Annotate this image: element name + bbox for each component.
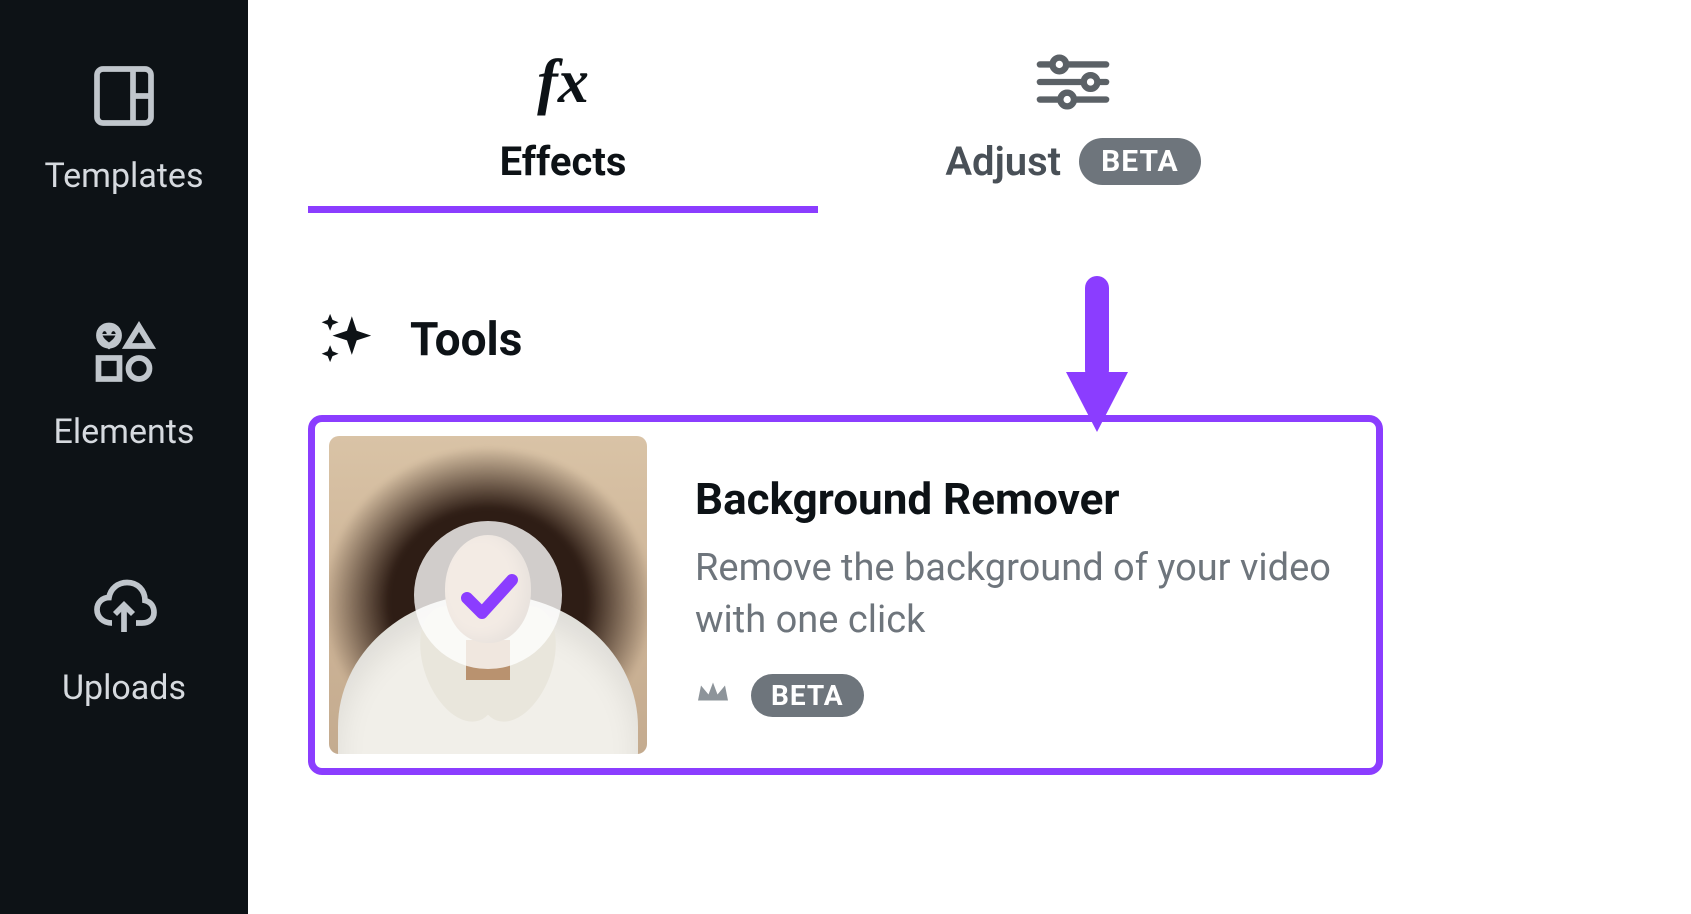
sidebar-item-elements[interactable]: Elements <box>54 316 195 452</box>
tools-section-header: Tools <box>318 309 1651 371</box>
templates-icon <box>88 60 160 136</box>
tool-card-meta: BETA <box>695 674 1350 717</box>
sidebar-item-label: Elements <box>54 412 195 452</box>
sidebar-item-templates[interactable]: Templates <box>44 60 203 196</box>
tab-label: Adjust <box>945 138 1061 185</box>
app-root: Templates Elements <box>0 0 1691 914</box>
tools-heading: Tools <box>410 313 522 367</box>
tab-adjust[interactable]: Adjust BETA <box>818 50 1328 213</box>
effects-panel: fx Effects Adjust BETA <box>248 0 1691 914</box>
tab-label: Effects <box>500 138 627 185</box>
panel-tabs: fx Effects Adjust BETA <box>308 50 1651 213</box>
elements-icon <box>88 316 160 392</box>
adjust-sliders-icon <box>1034 50 1112 114</box>
fx-icon: fx <box>537 50 589 114</box>
beta-badge: BETA <box>751 674 864 717</box>
tab-effects[interactable]: fx Effects <box>308 50 818 213</box>
sidebar: Templates Elements <box>0 0 248 914</box>
beta-badge: BETA <box>1079 138 1201 185</box>
selected-check-icon <box>414 521 562 669</box>
tool-card-background-remover[interactable]: Background Remover Remove the background… <box>308 415 1383 775</box>
tab-label-wrap: Adjust BETA <box>945 138 1200 185</box>
sidebar-item-label: Templates <box>44 156 203 196</box>
tool-card-description: Remove the background of your video with… <box>695 543 1350 646</box>
sidebar-item-label: Uploads <box>62 668 186 708</box>
tool-card-text: Background Remover Remove the background… <box>695 436 1350 754</box>
sparkle-icon <box>318 309 376 371</box>
tool-thumbnail <box>329 436 647 754</box>
sidebar-item-uploads[interactable]: Uploads <box>62 572 186 708</box>
uploads-icon <box>88 572 160 648</box>
crown-icon <box>695 678 731 712</box>
tool-card-title: Background Remover <box>695 473 1350 525</box>
